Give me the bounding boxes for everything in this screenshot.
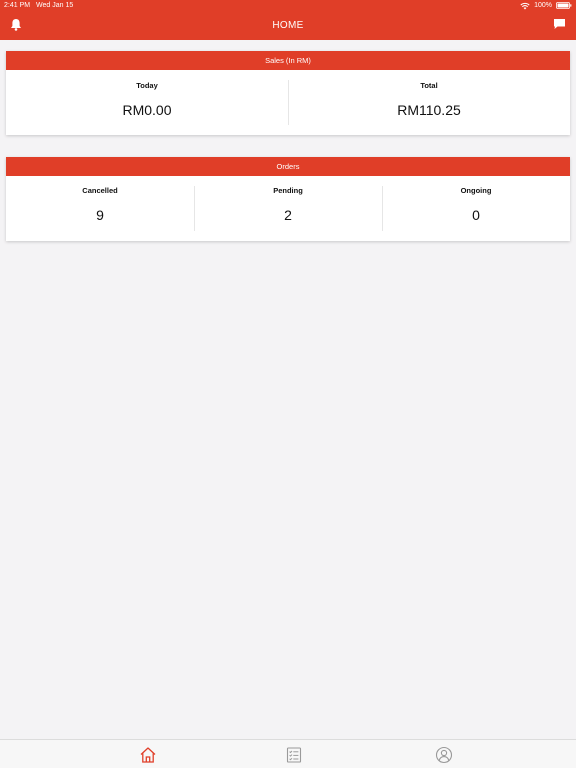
tab-bar (0, 739, 576, 768)
stat-value: 0 (472, 207, 480, 223)
orders-pending-stat[interactable]: Pending 2 (194, 176, 382, 241)
sales-card-title: Sales (In RM) (6, 51, 570, 70)
battery-percent: 100% (534, 2, 552, 9)
orders-card: Orders Cancelled 9 Pending 2 Ongoing 0 (6, 157, 570, 241)
stat-label: Total (420, 81, 438, 90)
status-bar: 2:41 PM Wed Jan 15 100% (0, 0, 576, 11)
stat-label: Pending (273, 186, 303, 195)
stat-value: 2 (284, 207, 292, 223)
message-icon[interactable] (553, 18, 566, 30)
tab-profile[interactable] (435, 746, 453, 764)
orders-ongoing-stat[interactable]: Ongoing 0 (382, 176, 570, 241)
app-header: 2:41 PM Wed Jan 15 100% HOME (0, 0, 576, 40)
stat-label: Cancelled (82, 186, 118, 195)
app-screen: 2:41 PM Wed Jan 15 100% HOME Sales (In R… (0, 0, 576, 768)
orders-card-title: Orders (6, 157, 570, 176)
sales-stats: Today RM0.00 Total RM110.25 (6, 70, 570, 135)
orders-cancelled-stat[interactable]: Cancelled 9 (6, 176, 194, 241)
tab-orders[interactable] (285, 746, 303, 764)
stat-label: Today (136, 81, 158, 90)
order-list-icon (286, 747, 302, 763)
stat-label: Ongoing (460, 186, 492, 195)
sales-card: Sales (In RM) Today RM0.00 Total RM110.2… (6, 51, 570, 135)
wifi-icon (520, 2, 530, 9)
stat-value: 9 (96, 207, 104, 223)
sales-today-stat[interactable]: Today RM0.00 (6, 70, 288, 135)
sales-total-stat[interactable]: Total RM110.25 (288, 70, 570, 135)
status-time: 2:41 PM (4, 2, 31, 9)
profile-icon (435, 746, 453, 764)
stat-value: RM110.25 (397, 102, 461, 118)
stat-value: RM0.00 (122, 102, 172, 118)
page-title: HOME (272, 20, 304, 31)
battery-icon (556, 2, 572, 9)
status-date: Wed Jan 15 (36, 2, 74, 9)
home-icon (140, 747, 156, 763)
tab-home[interactable] (139, 746, 157, 764)
orders-stats: Cancelled 9 Pending 2 Ongoing 0 (6, 176, 570, 241)
nav-bar: HOME (0, 11, 576, 40)
status-indicators: 100% (520, 0, 572, 11)
